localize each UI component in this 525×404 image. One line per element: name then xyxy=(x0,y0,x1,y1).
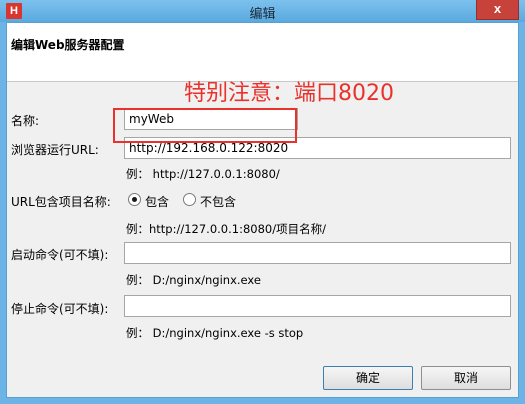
stop-command-field[interactable] xyxy=(124,295,511,317)
start-command-field[interactable] xyxy=(124,242,511,264)
port-annotation: 特别注意：端口8020 xyxy=(184,81,394,106)
stop-command-label: 停止命令(可不填): xyxy=(11,302,109,316)
url-label: 浏览器运行URL: xyxy=(11,143,99,157)
url-hint: 例： http://127.0.0.1:8080/ xyxy=(126,167,280,181)
cancel-button[interactable]: 取消 xyxy=(421,366,511,390)
start-command-hint: 例： D:/nginx/nginx.exe xyxy=(126,273,261,287)
window-title: 编辑 xyxy=(249,7,276,22)
include-radio[interactable] xyxy=(128,193,141,206)
dialog-heading: 编辑Web服务器配置 xyxy=(11,38,125,52)
ok-button[interactable]: 确定 xyxy=(323,366,413,390)
start-command-label: 启动命令(可不填): xyxy=(11,248,109,262)
exclude-radio[interactable] xyxy=(183,193,196,206)
title-bar: H 编辑 x xyxy=(0,0,525,22)
url-highlight-box xyxy=(113,108,297,143)
exclude-radio-label[interactable]: 不包含 xyxy=(200,193,236,210)
include-radio-label[interactable]: 包含 xyxy=(145,193,169,210)
name-label: 名称: xyxy=(11,114,40,128)
dialog-banner: 编辑Web服务器配置 xyxy=(7,23,518,82)
close-button[interactable]: x xyxy=(476,0,519,20)
include-hint: 例：http://127.0.0.1:8080/项目名称/ xyxy=(126,222,326,236)
include-project-label: URL包含项目名称: xyxy=(11,195,111,209)
stop-command-hint: 例： D:/nginx/nginx.exe -s stop xyxy=(126,326,304,340)
